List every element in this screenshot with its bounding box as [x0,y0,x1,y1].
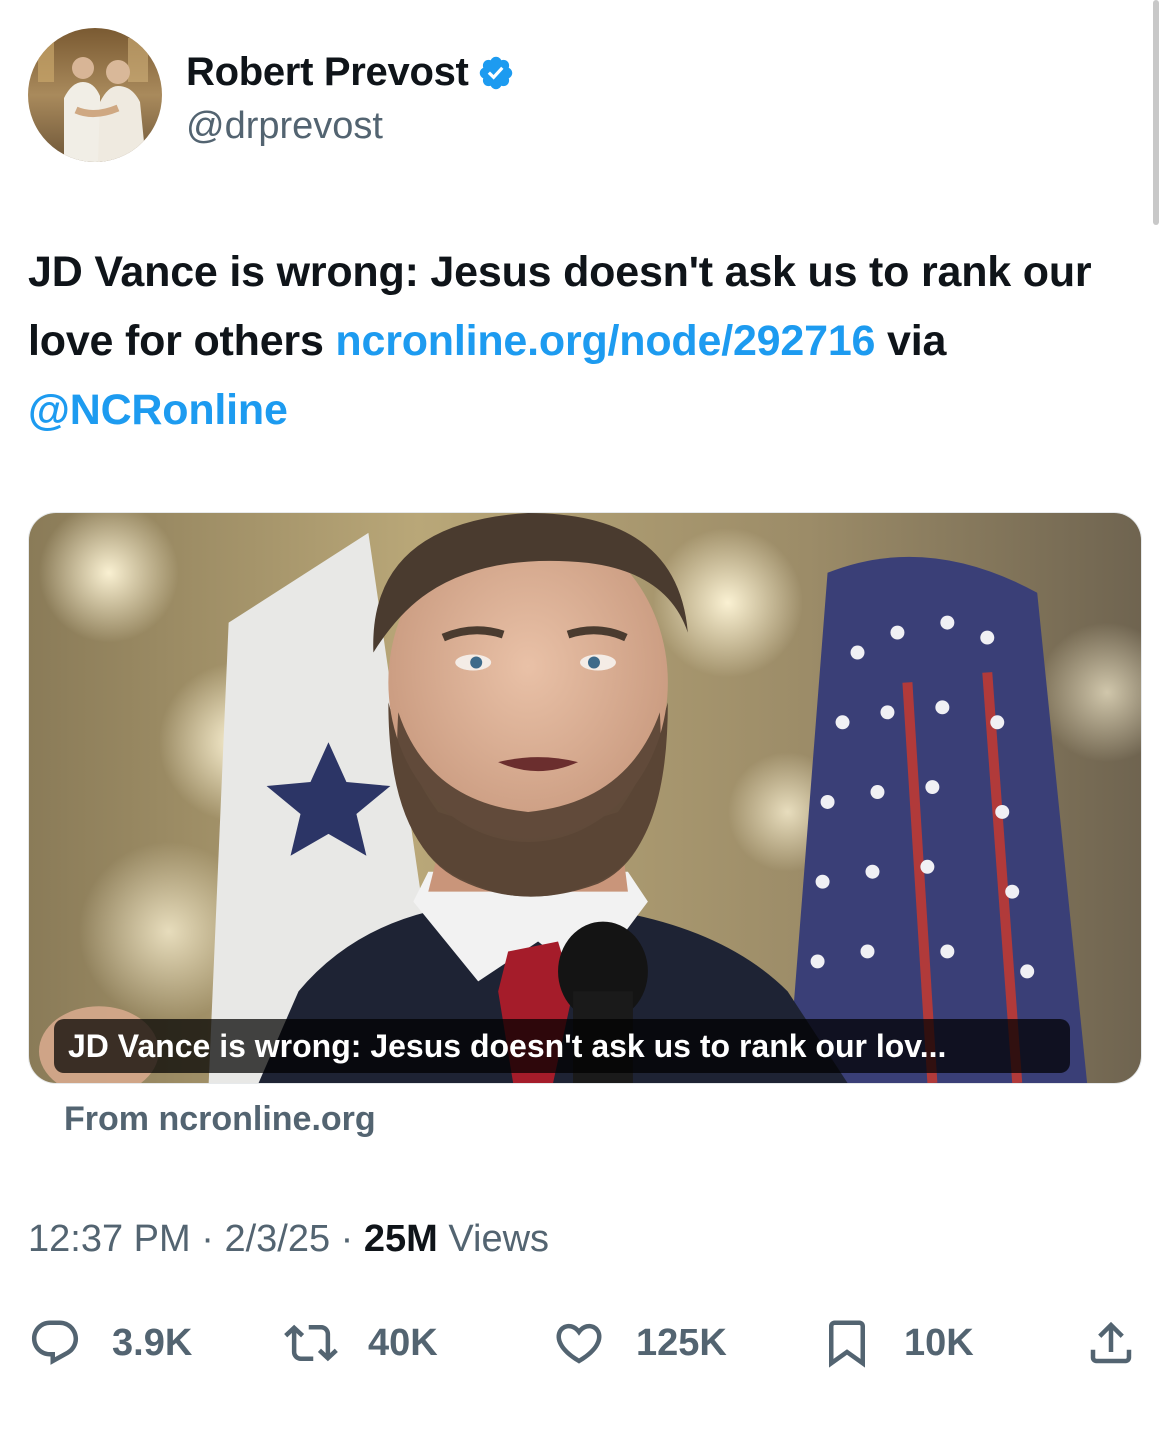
views-count: 25M [363,1218,438,1260]
retweet-button[interactable]: 40K [284,1308,438,1378]
retweet-icon [284,1324,338,1362]
meta-separator: · [190,1218,225,1260]
share-icon [1090,1321,1132,1364]
action-bar: 3.9K 40K 125K 10K [28,1308,1142,1378]
card-source[interactable]: From ncronline.org [64,1100,376,1139]
tweet-mention[interactable]: @NCRonline [28,386,288,434]
meta-separator: · [330,1218,364,1260]
verified-badge-icon [479,56,512,89]
author-display-name[interactable]: Robert Prevost [186,50,469,95]
tweet-link[interactable]: ncronline.org/node/292716 [335,317,875,365]
tweet-via-text: via [875,317,947,365]
bookmark-count: 10K [904,1321,974,1364]
views-label: Views [437,1218,550,1260]
tweet-date[interactable]: 2/3/25 [224,1218,330,1260]
tweet-time[interactable]: 12:37 PM [28,1218,191,1260]
reply-icon [31,1320,79,1365]
share-button[interactable] [1084,1308,1138,1378]
scrollbar[interactable] [1153,0,1159,225]
link-card[interactable]: JD Vance is wrong: Jesus doesn't ask us … [28,512,1142,1084]
like-count: 125K [636,1321,727,1364]
card-caption: JD Vance is wrong: Jesus doesn't ask us … [54,1019,1070,1073]
bookmark-icon [829,1320,865,1368]
author-handle[interactable]: @drprevost [186,105,515,148]
reply-count: 3.9K [112,1321,193,1364]
like-button[interactable]: 125K [552,1308,727,1378]
card-photo [29,513,1141,1083]
avatar[interactable] [28,28,162,162]
retweet-count: 40K [368,1321,438,1364]
tweet-header: Robert Prevost @drprevost [28,28,515,162]
tweet-meta: 12:37 PM · 2/3/25 · 25M Views [28,1218,549,1261]
like-icon [556,1323,602,1364]
tweet-text: JD Vance is wrong: Jesus doesn't ask us … [28,238,1138,445]
bookmark-button[interactable]: 10K [820,1308,974,1378]
reply-button[interactable]: 3.9K [28,1308,192,1378]
